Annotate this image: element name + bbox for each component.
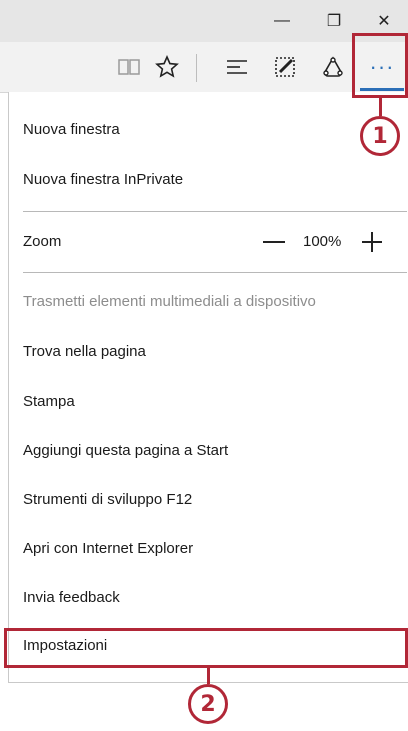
menu-item-send-feedback[interactable]: Invia feedback	[23, 589, 120, 606]
web-note-icon[interactable]	[268, 42, 302, 92]
menu-item-new-inprivate-window[interactable]: Nuova finestra InPrivate	[23, 171, 183, 188]
browser-toolbar	[0, 42, 408, 93]
restore-icon: ❐	[326, 13, 342, 30]
menu-divider	[23, 272, 407, 273]
menu-divider	[23, 211, 407, 212]
share-icon[interactable]	[316, 42, 350, 92]
restore-button[interactable]: ❐	[312, 0, 356, 42]
callout-connector-2	[207, 668, 210, 684]
zoom-in-button[interactable]	[361, 231, 383, 253]
zoom-out-button[interactable]	[263, 241, 285, 243]
close-icon: ✕	[377, 13, 391, 30]
favorites-star-icon[interactable]	[150, 42, 184, 92]
zoom-label: Zoom	[23, 233, 62, 250]
step-badge-2: 2	[188, 684, 228, 724]
hub-icon[interactable]	[220, 42, 254, 92]
callout-highlight-1	[352, 33, 408, 98]
menu-item-open-with-ie[interactable]: Apri con Internet Explorer	[23, 540, 193, 557]
minimize-icon: —	[274, 12, 290, 29]
more-actions-menu: Nuova finestra Nuova finestra InPrivate …	[8, 92, 408, 683]
step-badge-1: 1	[360, 116, 400, 156]
menu-item-new-window[interactable]: Nuova finestra	[23, 121, 120, 138]
menu-item-print[interactable]: Stampa	[23, 393, 75, 410]
callout-connector-1	[379, 98, 382, 116]
minimize-button[interactable]: —	[260, 0, 304, 42]
menu-item-pin-to-start[interactable]: Aggiungi questa pagina a Start	[23, 442, 228, 459]
menu-item-cast-media: Trasmetti elementi multimediali a dispos…	[23, 293, 316, 310]
zoom-value: 100%	[303, 233, 342, 250]
toolbar-separator	[196, 54, 197, 82]
callout-highlight-2	[4, 628, 408, 668]
menu-item-find-on-page[interactable]: Trova nella pagina	[23, 343, 146, 360]
reading-view-icon[interactable]	[112, 42, 146, 92]
title-bar: — ❐ ✕	[0, 0, 408, 42]
menu-item-developer-tools[interactable]: Strumenti di sviluppo F12	[23, 491, 192, 508]
plus-icon-v	[371, 232, 373, 252]
